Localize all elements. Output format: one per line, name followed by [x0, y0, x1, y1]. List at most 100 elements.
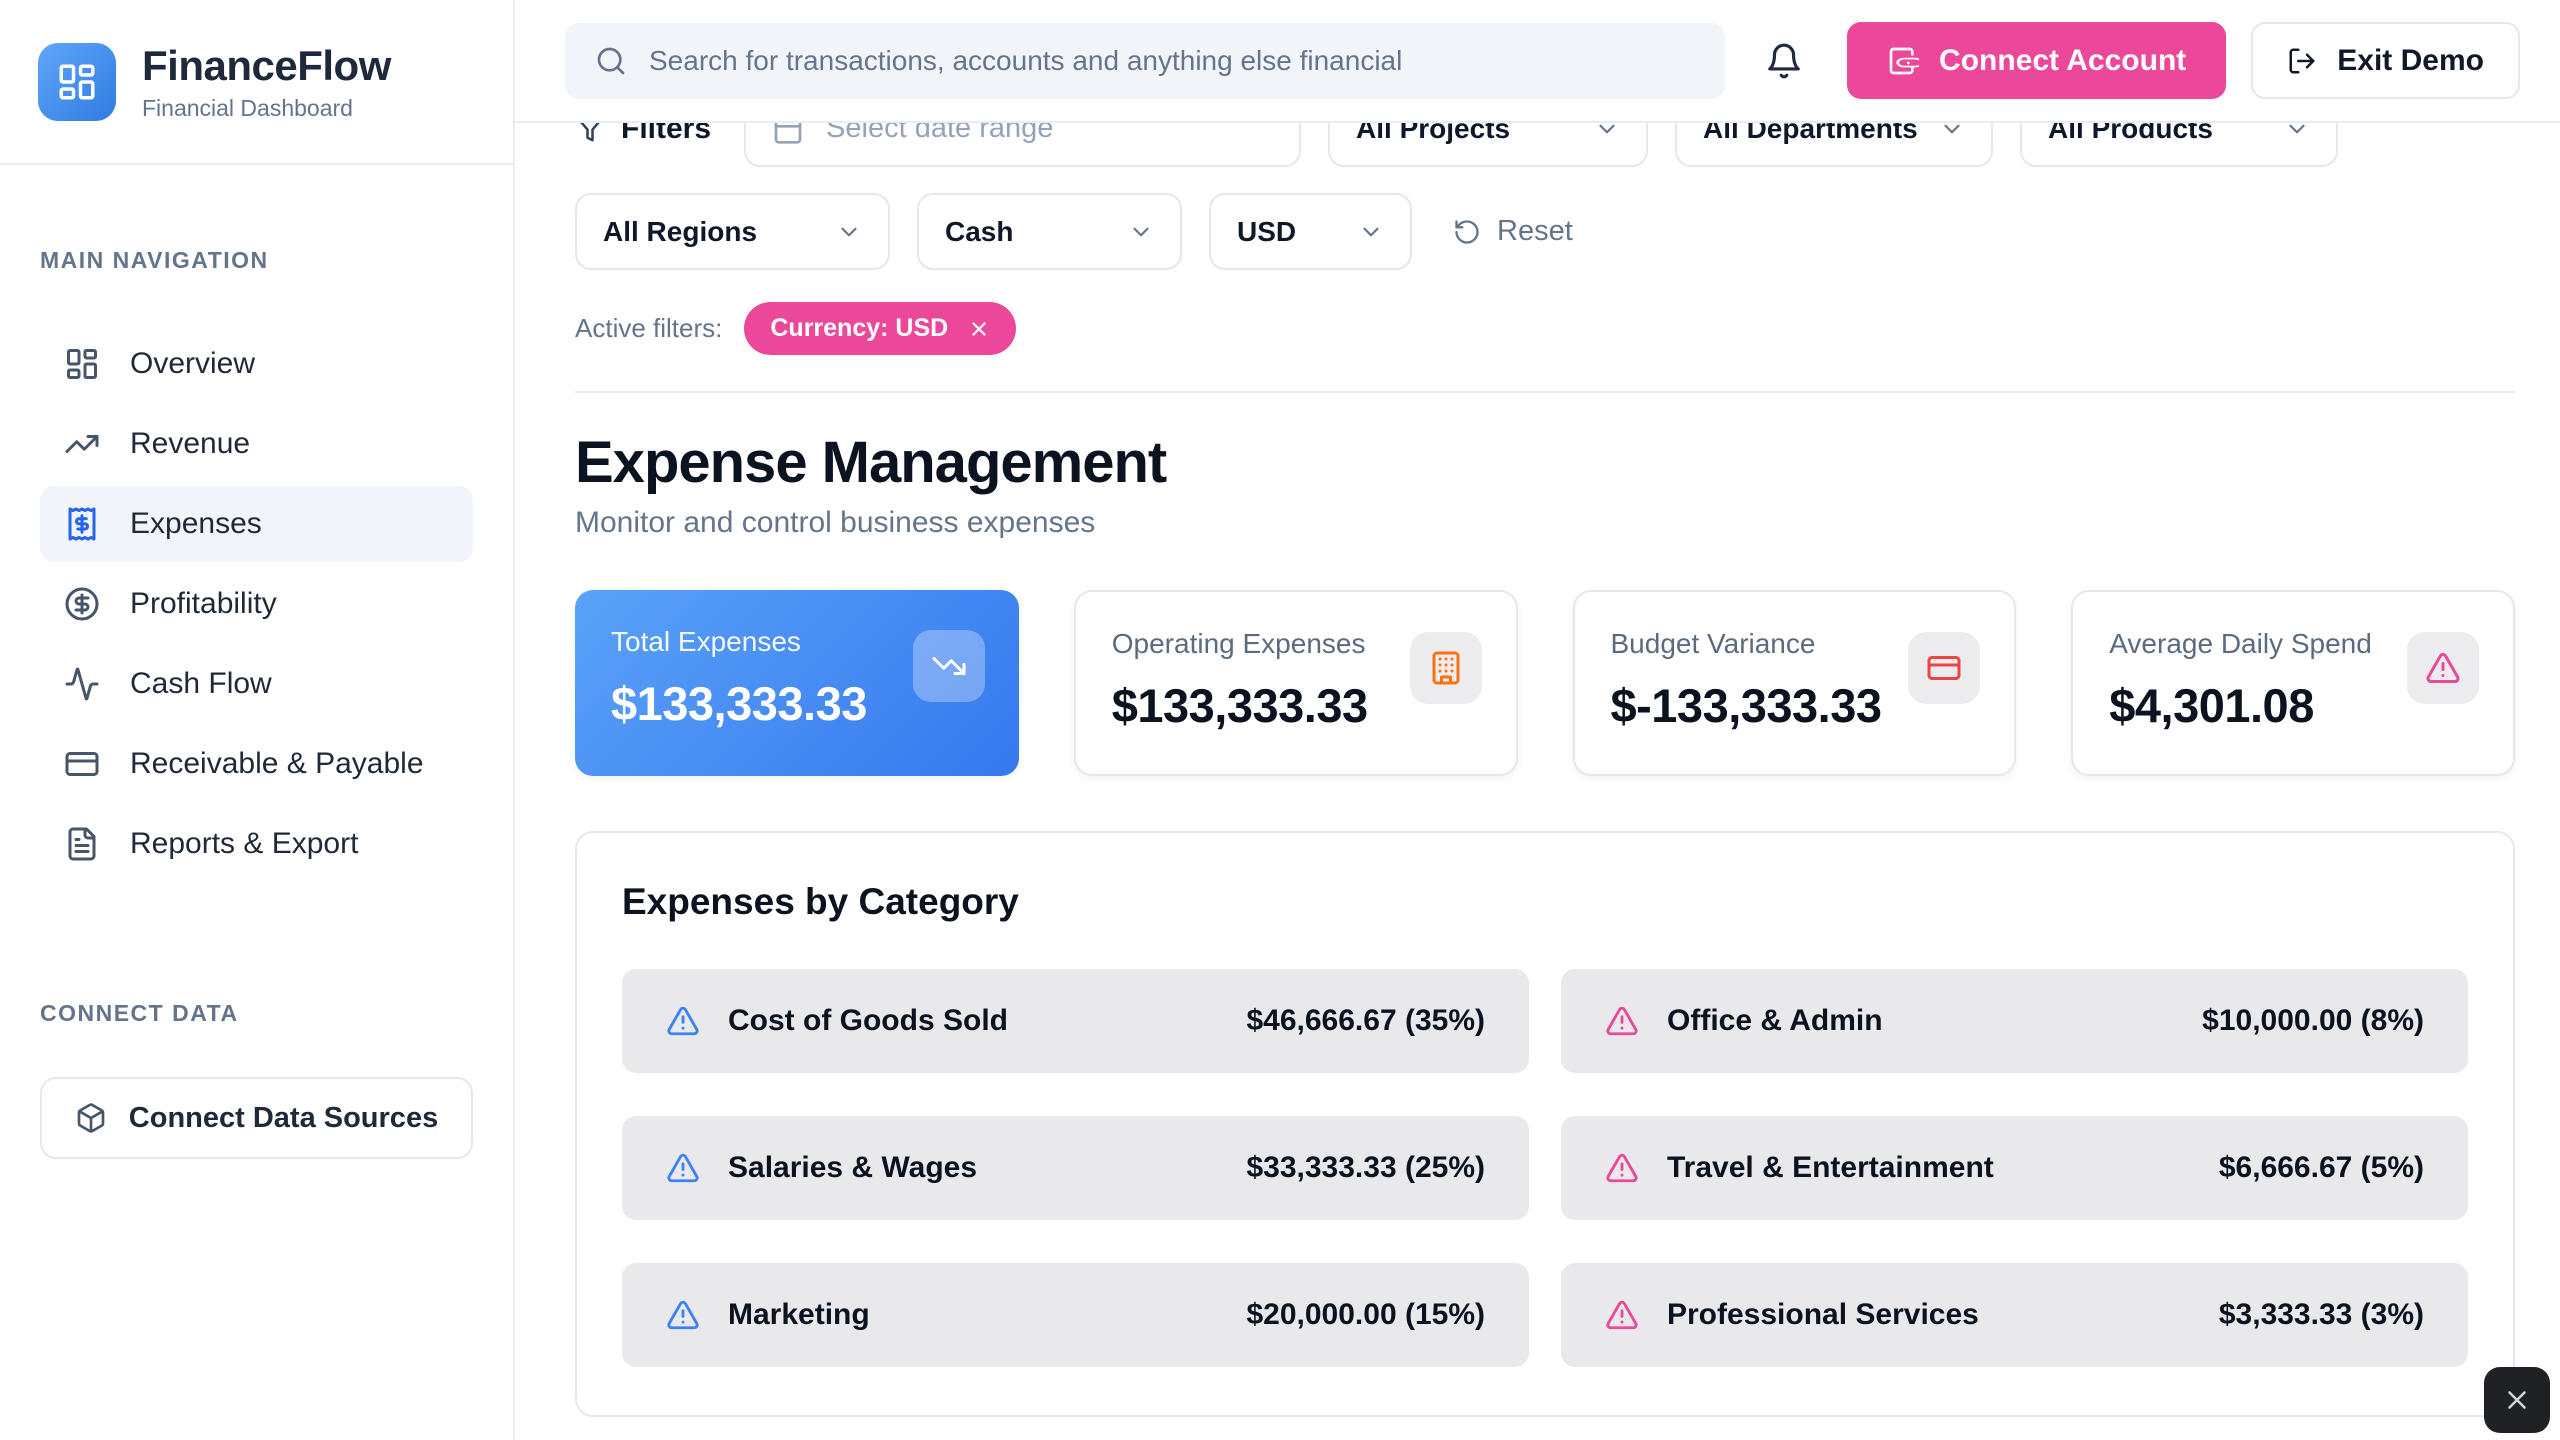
- receipt-icon: [64, 506, 100, 542]
- nav-heading: MAIN NAVIGATION: [40, 247, 269, 273]
- alert-triangle-icon: [666, 1298, 700, 1332]
- currency-select[interactable]: USD: [1209, 193, 1412, 270]
- sidebar-item-expenses[interactable]: Expenses: [40, 486, 473, 562]
- category-value: $46,666.67 (35%): [1246, 1004, 1485, 1038]
- expenses-by-category-title: Expenses by Category: [622, 881, 2468, 923]
- active-filters-label: Active filters:: [575, 313, 722, 344]
- main-navigation: MAIN NAVIGATION Overview Revenue Expense…: [0, 165, 513, 1159]
- connect-account-label: Connect Account: [1939, 44, 2186, 78]
- alert-triangle-icon: [1605, 1151, 1639, 1185]
- trending-down-icon: [931, 648, 967, 684]
- alert-triangle-icon: [666, 1004, 700, 1038]
- search-icon: [595, 45, 627, 77]
- category-row-professional-services: Professional Services $3,333.33 (3%): [1561, 1263, 2468, 1367]
- kpi-icon-box: [913, 630, 985, 702]
- sidebar-item-label: Cash Flow: [130, 667, 272, 701]
- category-name: Cost of Goods Sold: [728, 1004, 1218, 1038]
- category-name: Professional Services: [1667, 1298, 2191, 1332]
- active-filters-row: Active filters: Currency: USD: [575, 302, 2515, 355]
- sidebar-item-revenue[interactable]: Revenue: [40, 406, 473, 482]
- close-icon: [2502, 1385, 2532, 1415]
- kpi-icon-box: [2407, 632, 2479, 704]
- kpi-total-expenses: Total Expenses $133,333.33: [575, 590, 1019, 776]
- category-value: $3,333.33 (3%): [2219, 1298, 2424, 1332]
- alert-triangle-icon: [1605, 1298, 1639, 1332]
- expenses-by-category-card: Expenses by Category Cost of Goods Sold …: [575, 831, 2515, 1417]
- category-row-travel-entertainment: Travel & Entertainment $6,666.67 (5%): [1561, 1116, 2468, 1220]
- reset-filters-button[interactable]: Reset: [1453, 215, 1573, 248]
- kpi-cards: Total Expenses $133,333.33 Operating Exp…: [575, 590, 2515, 776]
- sidebar-item-label: Receivable & Payable: [130, 747, 424, 781]
- category-list: Cost of Goods Sold $46,666.67 (35%) Offi…: [622, 969, 2468, 1367]
- page-subtitle: Monitor and control business expenses: [575, 506, 2515, 540]
- chevron-down-icon: [836, 219, 862, 245]
- page-title: Expense Management: [575, 429, 2515, 496]
- main-content: Filters Select date range All Projects A…: [515, 0, 2560, 1417]
- global-search: [565, 23, 1725, 99]
- chevron-down-icon: [1128, 219, 1154, 245]
- dashboard-grid-icon: [64, 346, 100, 382]
- alert-triangle-icon: [2425, 650, 2461, 686]
- connect-data-sources-button[interactable]: Connect Data Sources: [40, 1077, 473, 1159]
- sidebar-item-reports-export[interactable]: Reports & Export: [40, 806, 473, 882]
- reset-label: Reset: [1497, 215, 1573, 248]
- kpi-icon-box: [1908, 632, 1980, 704]
- category-value: $20,000.00 (15%): [1246, 1298, 1485, 1332]
- regions-select[interactable]: All Regions: [575, 193, 890, 270]
- exit-demo-button[interactable]: Exit Demo: [2251, 22, 2520, 99]
- building-icon: [1428, 650, 1464, 686]
- close-widget-button[interactable]: [2484, 1367, 2550, 1433]
- active-filter-chip[interactable]: Currency: USD: [744, 302, 1016, 355]
- sidebar-item-receivable-payable[interactable]: Receivable & Payable: [40, 726, 473, 802]
- wallet-icon: [1887, 45, 1919, 77]
- category-name: Travel & Entertainment: [1667, 1151, 2191, 1185]
- category-value: $6,666.67 (5%): [2219, 1151, 2424, 1185]
- file-text-icon: [64, 826, 100, 862]
- sidebar-item-label: Expenses: [130, 507, 262, 541]
- brand-header: FinanceFlow Financial Dashboard: [0, 0, 513, 165]
- kpi-budget-variance: Budget Variance $-133,333.33: [1573, 590, 2017, 776]
- filters-row-2: All Regions Cash USD Reset: [575, 193, 2515, 270]
- alert-triangle-icon: [1605, 1004, 1639, 1038]
- sidebar-item-overview[interactable]: Overview: [40, 326, 473, 402]
- topbar: Connect Account Exit Demo: [515, 0, 2560, 123]
- category-name: Marketing: [728, 1298, 1218, 1332]
- sidebar-item-cash-flow[interactable]: Cash Flow: [40, 646, 473, 722]
- connect-data-sources-label: Connect Data Sources: [129, 1102, 438, 1135]
- trending-up-icon: [64, 426, 100, 462]
- category-name: Salaries & Wages: [728, 1151, 1218, 1185]
- kpi-icon-box: [1410, 632, 1482, 704]
- category-row-office-admin: Office & Admin $10,000.00 (8%): [1561, 969, 2468, 1073]
- exit-demo-label: Exit Demo: [2337, 44, 2484, 78]
- category-row-cost-of-goods-sold: Cost of Goods Sold $46,666.67 (35%): [622, 969, 1529, 1073]
- sidebar-item-profitability[interactable]: Profitability: [40, 566, 473, 642]
- category-row-marketing: Marketing $20,000.00 (15%): [622, 1263, 1529, 1367]
- remove-filter-icon[interactable]: [968, 318, 990, 340]
- activity-icon: [64, 666, 100, 702]
- notifications-button[interactable]: [1755, 32, 1813, 90]
- app-logo: [38, 43, 116, 121]
- sidebar-item-label: Revenue: [130, 427, 250, 461]
- category-value: $10,000.00 (8%): [2202, 1004, 2424, 1038]
- active-filter-chip-label: Currency: USD: [770, 314, 948, 343]
- sidebar-item-label: Profitability: [130, 587, 277, 621]
- category-name: Office & Admin: [1667, 1004, 2174, 1038]
- app-title: FinanceFlow: [142, 42, 391, 90]
- connect-data-heading: CONNECT DATA: [40, 1000, 473, 1027]
- credit-card-icon: [64, 746, 100, 782]
- chevron-down-icon: [1358, 219, 1384, 245]
- sidebar: FinanceFlow Financial Dashboard MAIN NAV…: [0, 0, 515, 1440]
- dollar-circle-icon: [64, 586, 100, 622]
- search-input[interactable]: [649, 45, 1695, 77]
- connect-account-button[interactable]: Connect Account: [1847, 22, 2226, 99]
- credit-card-icon: [1926, 650, 1962, 686]
- section-divider: [575, 391, 2515, 393]
- rotate-ccw-icon: [1453, 218, 1481, 246]
- sidebar-item-label: Overview: [130, 347, 255, 381]
- app-tagline: Financial Dashboard: [142, 95, 391, 122]
- sidebar-item-label: Reports & Export: [130, 827, 358, 861]
- payment-method-select[interactable]: Cash: [917, 193, 1182, 270]
- cube-icon: [75, 1102, 107, 1134]
- logout-icon: [2287, 46, 2317, 76]
- kpi-operating-expenses: Operating Expenses $133,333.33: [1074, 590, 1518, 776]
